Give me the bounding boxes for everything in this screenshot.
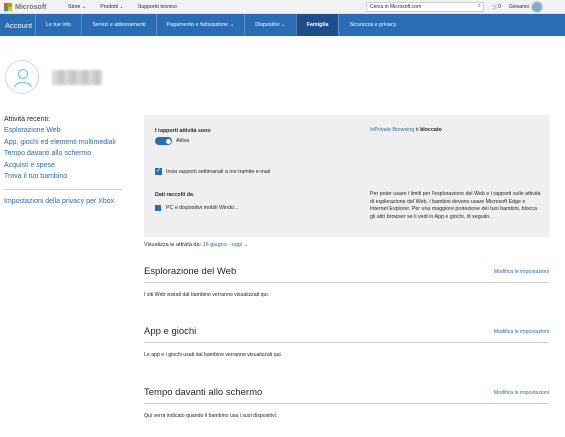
edit-settings-link[interactable]: Modifica le impostazioni	[494, 390, 549, 396]
section-description: Qui verrà indicato quando il bambino usa…	[144, 413, 278, 419]
sidebar-link-web[interactable]: Esplorazione Web	[4, 127, 124, 134]
sidebar-link-xbox-privacy[interactable]: Impostazioni della privacy per Xbox	[4, 198, 124, 205]
child-avatar	[5, 60, 39, 94]
weekly-email-checkbox[interactable]: ✓	[155, 168, 162, 175]
sidebar-heading: Attività recenti:	[4, 116, 50, 123]
nav-support[interactable]: Supporto tecnico	[138, 4, 177, 10]
account-nav-items: Le tue info Servizi e abbonamenti Pagame…	[35, 14, 406, 36]
search-placeholder: Cerca in Microsoft.com	[370, 4, 422, 10]
top-bar: Microsoft Store ⌄ Prodotti ⌄ Supporto te…	[0, 0, 565, 14]
section-divider	[144, 403, 549, 404]
inprivate-blocked: bloccato	[420, 127, 442, 133]
sidebar-link-purchases[interactable]: Acquisti e spese	[4, 162, 124, 169]
edit-settings-link[interactable]: Modifica le impostazioni	[494, 329, 549, 335]
device-text: PC e dispositivi mobili Windo...	[166, 205, 239, 211]
search-icon[interactable]: ⌕	[478, 3, 481, 10]
nav-store-label: Store	[68, 4, 81, 10]
section-divider	[144, 282, 549, 283]
tab-devices-label: Dispositivi	[255, 22, 280, 28]
brand-name: Microsoft	[15, 3, 47, 11]
inprivate-status: InPrivate Browsing è bloccato	[370, 127, 442, 133]
user-avatar[interactable]	[531, 1, 543, 13]
windows-icon	[155, 205, 161, 211]
reports-toggle[interactable]	[155, 137, 172, 145]
tab-payment[interactable]: Pagamento e fatturazione ⌄	[155, 14, 245, 36]
sidebar: Attività recenti: Esplorazione Web App, …	[4, 116, 124, 210]
reports-label: I rapporti attività sono	[155, 128, 211, 134]
section-divider	[144, 342, 549, 343]
activity-period: Visualizza le attività da: 16 giugno - o…	[144, 242, 248, 248]
tab-devices[interactable]: Dispositivi ⌄	[244, 14, 295, 36]
period-dropdown[interactable]: 16 giugno - oggi ⌄	[203, 242, 249, 248]
toggle-state-label: Attiva	[176, 138, 190, 144]
microsoft-logo-icon	[4, 3, 12, 11]
section-title: Esplorazione del Web	[144, 266, 237, 277]
inprivate-link[interactable]: InPrivate Browsing	[370, 127, 414, 133]
browser-info-paragraph: Per poter usare i limiti per l'esplorazi…	[370, 191, 541, 221]
nav-products-label: Prodotti	[100, 4, 119, 10]
activity-settings-panel: I rapporti attività sono Attiva ✓ Invia …	[144, 115, 549, 237]
sidebar-link-find-child[interactable]: Trova il tuo bambino	[4, 173, 124, 180]
tab-payment-label: Pagamento e fatturazione	[166, 22, 229, 28]
search-input[interactable]: Cerca in Microsoft.com ⌕	[366, 2, 484, 12]
sidebar-link-apps[interactable]: App, giochi ed elementi multimediali	[4, 139, 124, 146]
user-name[interactable]: Giovanni	[509, 4, 529, 10]
period-value: 16 giugno - oggi	[202, 242, 243, 248]
edit-settings-link[interactable]: Modifica le impostazioni	[494, 269, 549, 275]
microsoft-logo[interactable]: Microsoft	[4, 3, 47, 11]
cart-count: 0	[498, 4, 502, 10]
section-description: Le app e i giochi usati dal bambino verr…	[144, 352, 283, 358]
section-title: Tempo davanti allo schermo	[144, 387, 263, 398]
nav-products[interactable]: Prodotti ⌄	[100, 4, 124, 10]
tab-family[interactable]: Famiglia	[295, 14, 339, 36]
tab-security[interactable]: Sicurezza e privacy	[338, 14, 406, 36]
person-icon	[14, 68, 32, 88]
tab-your-info[interactable]: Le tue info	[35, 14, 81, 36]
account-title[interactable]: Account	[5, 21, 32, 30]
nav-store[interactable]: Store ⌄	[68, 4, 86, 10]
child-name-redacted	[52, 70, 102, 85]
section-description: I siti Web visitati dal bambino verranno…	[144, 292, 270, 298]
weekly-email-label: Invia rapporti settimanali a me tramite …	[166, 169, 271, 175]
period-prefix: Visualizza le attività da:	[144, 242, 202, 248]
sidebar-divider	[4, 189, 122, 190]
section-title: App e giochi	[144, 326, 197, 337]
data-collected-label: Dati raccolti da	[155, 192, 193, 198]
sidebar-link-screen-time[interactable]: Tempo davanti allo schermo	[4, 150, 124, 157]
tab-services[interactable]: Servizi e abbonamenti	[81, 14, 155, 36]
top-nav: Store ⌄ Prodotti ⌄ Supporto tecnico	[68, 4, 177, 10]
cart-button[interactable]: 🛒0	[492, 4, 501, 10]
account-nav: Account Le tue info Servizi e abbonament…	[0, 14, 565, 36]
